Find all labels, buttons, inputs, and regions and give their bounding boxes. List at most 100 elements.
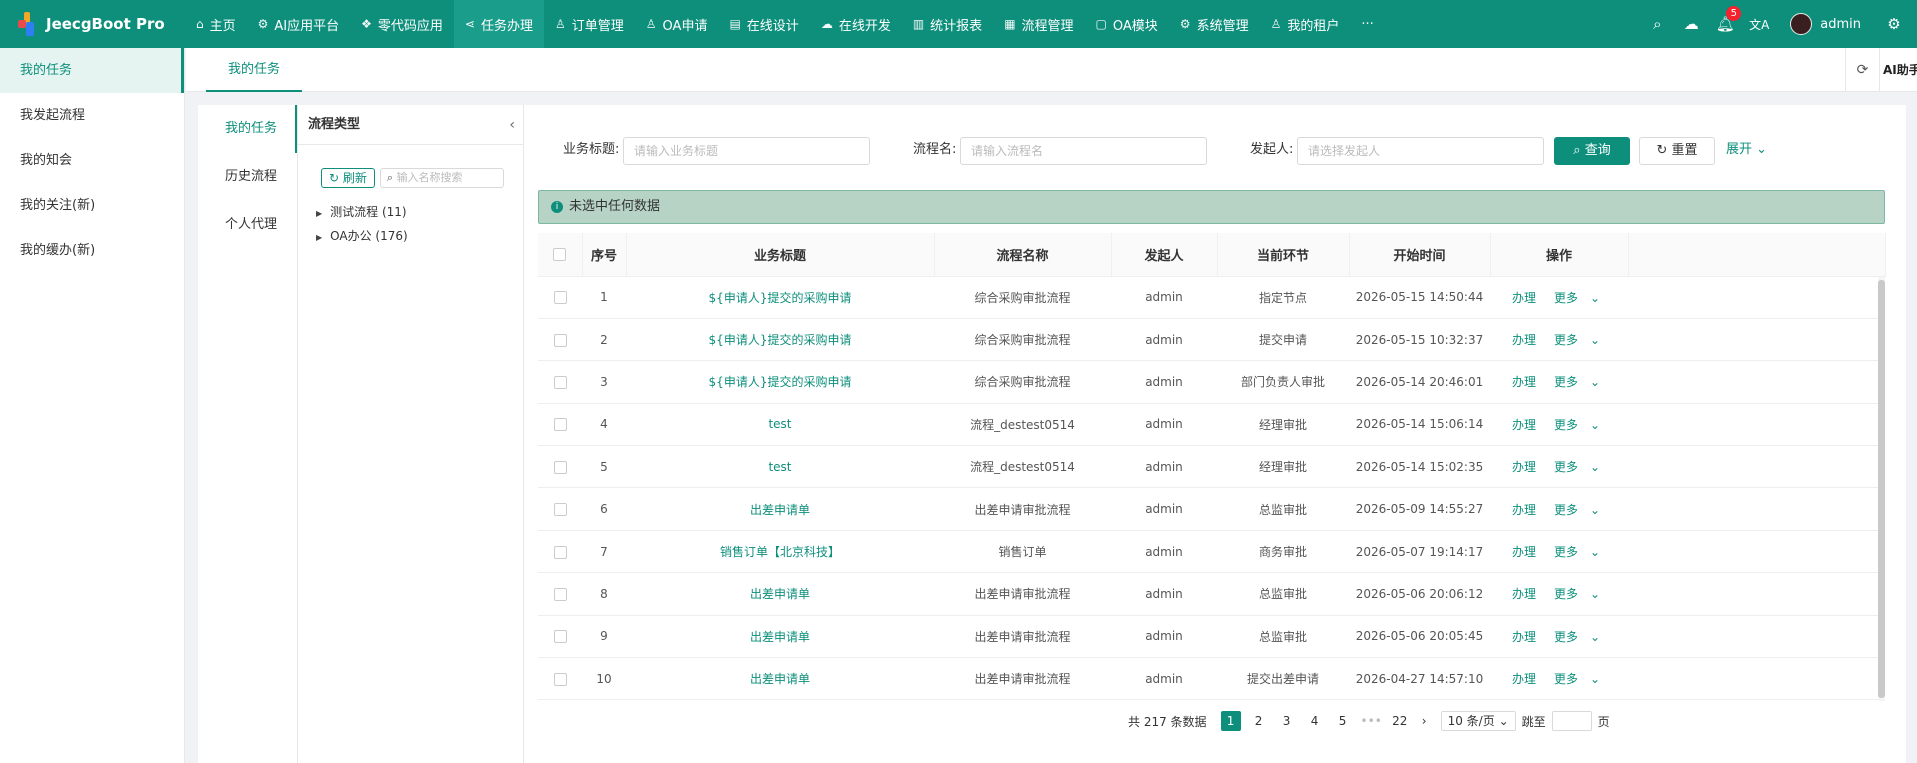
row-checkbox[interactable] — [538, 360, 582, 404]
table-scrollbar[interactable] — [1878, 277, 1885, 701]
select-all-checkbox[interactable] — [538, 233, 583, 277]
nav-item-4[interactable]: ♙ 订单管理 — [544, 0, 635, 48]
sidebar-item-my-notify[interactable]: 我的知会 — [0, 138, 184, 183]
more-link[interactable]: 更多 ⌄ — [1548, 460, 1606, 474]
row-checkbox[interactable] — [538, 318, 582, 362]
app-logo[interactable]: JeecgBoot Pro — [0, 0, 185, 48]
caret-right-icon[interactable]: ▶ — [316, 209, 322, 218]
handle-link[interactable]: 办理 — [1512, 630, 1536, 644]
page-size-select[interactable]: 10 条/页 ⌄ — [1440, 711, 1516, 731]
biz-title-input[interactable]: 请输入业务标题 — [623, 137, 870, 165]
nav-item-1[interactable]: ⚙ AI应用平台 — [247, 0, 351, 48]
col-starter[interactable]: 发起人 — [1111, 233, 1218, 277]
username[interactable]: admin — [1820, 17, 1861, 32]
handle-link[interactable]: 办理 — [1512, 545, 1536, 559]
subnav-my-tasks[interactable]: 我的任务 — [198, 105, 297, 153]
translate-icon[interactable]: 文A — [1742, 16, 1776, 33]
tree-node-test[interactable]: ▶ 测试流程 (11) — [316, 203, 407, 220]
bell-icon[interactable]: 🔔︎ 5 — [1708, 6, 1742, 33]
search-icon[interactable]: ⌕ — [1640, 15, 1674, 33]
process-name-input[interactable]: 请输入流程名 — [960, 137, 1207, 165]
handle-link[interactable]: 办理 — [1512, 460, 1536, 474]
row-checkbox[interactable] — [538, 572, 582, 616]
page-ellipsis[interactable]: ••• — [1361, 711, 1382, 731]
collapse-icon[interactable]: ‹ — [509, 105, 515, 145]
row-checkbox[interactable] — [538, 403, 582, 447]
tree-node-oa[interactable]: ▶ OA办公 (176) — [316, 227, 408, 244]
subnav-history[interactable]: 历史流程 — [198, 153, 297, 201]
handle-link[interactable]: 办理 — [1512, 291, 1536, 305]
handle-link[interactable]: 办理 — [1512, 333, 1536, 347]
more-link[interactable]: 更多 ⌄ — [1548, 630, 1606, 644]
handle-link[interactable]: 办理 — [1512, 587, 1536, 601]
nav-item-10[interactable]: ▢ OA模块 — [1085, 0, 1169, 48]
nav-item-8[interactable]: ▥ 统计报表 — [902, 0, 993, 48]
nav-item-9[interactable]: ▦ 流程管理 — [993, 0, 1084, 48]
cell-biz-title[interactable]: 出差申请单 — [626, 615, 934, 659]
cloud-upload-icon[interactable]: ☁ — [1674, 15, 1708, 33]
cell-biz-title[interactable]: ${申请人}提交的采购申请 — [626, 318, 934, 362]
page-4[interactable]: 4 — [1305, 711, 1325, 731]
next-page-icon[interactable]: › — [1422, 714, 1427, 728]
more-link[interactable]: 更多 ⌄ — [1548, 587, 1606, 601]
cell-biz-title[interactable]: 出差申请单 — [626, 572, 934, 616]
cell-biz-title[interactable]: ${申请人}提交的采购申请 — [626, 360, 934, 404]
handle-link[interactable]: 办理 — [1512, 418, 1536, 432]
scrollbar-thumb[interactable] — [1878, 280, 1885, 698]
nav-item-11[interactable]: ⚙ 系统管理 — [1169, 0, 1260, 48]
page-5[interactable]: 5 — [1333, 711, 1353, 731]
reset-button[interactable]: ↻ 重置 — [1639, 137, 1715, 165]
starter-select[interactable]: 请选择发起人 — [1297, 137, 1544, 165]
page-3[interactable]: 3 — [1277, 711, 1297, 731]
more-link[interactable]: 更多 ⌄ — [1548, 503, 1606, 517]
row-checkbox[interactable] — [538, 530, 582, 574]
row-checkbox[interactable] — [538, 445, 582, 489]
handle-link[interactable]: 办理 — [1512, 503, 1536, 517]
nav-item-6[interactable]: ▤ 在线设计 — [718, 0, 809, 48]
row-checkbox[interactable] — [538, 615, 582, 659]
caret-right-icon[interactable]: ▶ — [316, 233, 322, 242]
settings-icon[interactable]: ⚙ — [1877, 15, 1911, 33]
handle-link[interactable]: 办理 — [1512, 375, 1536, 389]
handle-link[interactable]: 办理 — [1512, 672, 1536, 686]
sidebar-item-my-started[interactable]: 我发起流程 — [0, 93, 184, 138]
expand-toggle[interactable]: 展开 ⌄ — [1726, 135, 1767, 165]
nav-item-2[interactable]: ❖ 零代码应用 — [350, 0, 454, 48]
nav-item-5[interactable]: ♙ OA申请 — [635, 0, 719, 48]
nav-item-3[interactable]: ⋖ 任务办理 — [453, 0, 544, 48]
sidebar-item-my-follow[interactable]: 我的关注(新) — [0, 183, 184, 228]
avatar[interactable] — [1790, 13, 1813, 35]
cell-biz-title[interactable]: ${申请人}提交的采购申请 — [626, 276, 934, 319]
sidebar-item-my-delayed[interactable]: 我的缓办(新) — [0, 228, 184, 273]
more-link[interactable]: 更多 ⌄ — [1548, 375, 1606, 389]
more-link[interactable]: 更多 ⌄ — [1548, 333, 1606, 347]
page-1[interactable]: 1 — [1220, 711, 1241, 731]
row-checkbox[interactable] — [538, 657, 582, 701]
row-checkbox[interactable] — [538, 487, 582, 531]
nav-item-12[interactable]: ♙ 我的租户 — [1260, 0, 1351, 48]
more-link[interactable]: 更多 ⌄ — [1548, 672, 1606, 686]
col-start-time[interactable]: 开始时间 — [1349, 233, 1491, 277]
query-button[interactable]: ⌕ 查询 — [1554, 137, 1630, 165]
sidebar-item-my-tasks[interactable]: 我的任务 — [0, 48, 184, 93]
cell-biz-title[interactable]: 出差申请单 — [626, 657, 934, 701]
ai-assistant-button[interactable]: AI助手 — [1879, 48, 1917, 92]
cell-biz-title[interactable]: test — [626, 445, 934, 489]
col-process-name[interactable]: 流程名称 — [934, 233, 1112, 277]
page-22[interactable]: 22 — [1390, 711, 1410, 731]
cell-biz-title[interactable]: test — [626, 403, 934, 447]
cell-biz-title[interactable]: 出差申请单 — [626, 487, 934, 531]
more-link[interactable]: 更多 ⌄ — [1548, 291, 1606, 305]
nav-item-13[interactable]: ··· — [1350, 0, 1384, 48]
jump-input[interactable] — [1551, 711, 1592, 731]
nav-item-7[interactable]: ☁ 在线开发 — [810, 0, 902, 48]
tree-search-input[interactable]: ⌕ 输入名称搜索 — [379, 168, 504, 188]
more-link[interactable]: 更多 ⌄ — [1548, 418, 1606, 432]
col-current-step[interactable]: 当前环节 — [1217, 233, 1350, 277]
tab-my-tasks[interactable]: 我的任务 — [206, 48, 303, 92]
col-biz-title[interactable]: 业务标题 — [626, 233, 935, 277]
cell-biz-title[interactable]: 销售订单【北京科技】 — [626, 530, 934, 574]
subnav-proxy[interactable]: 个人代理 — [198, 201, 297, 249]
page-2[interactable]: 2 — [1249, 711, 1269, 731]
tree-refresh-button[interactable]: ↻ 刷新 — [321, 168, 375, 188]
